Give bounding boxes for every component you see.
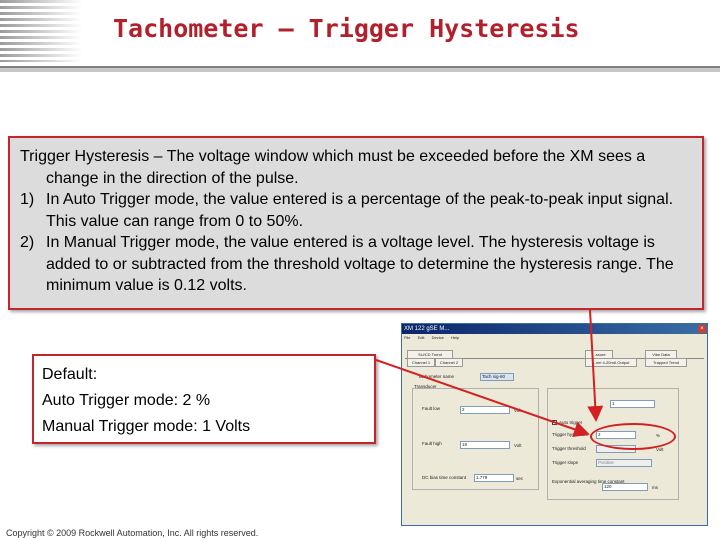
screenshot-tabs: SU/CD Trend Channel 1 Channel 2 ...ssure… (405, 350, 704, 367)
tab-channel-2[interactable]: Channel 2 (435, 358, 463, 367)
dc-bias-unit: sec (516, 476, 524, 481)
screenshot-menubar: File Edit Device Help (402, 334, 707, 342)
item-number: 2) (20, 234, 35, 251)
trigger-slope-label: Trigger slope (552, 460, 579, 465)
item-text: In Manual Trigger mode, the value entere… (46, 234, 674, 294)
hysteresis-label: Trigger hysteresis (552, 432, 588, 437)
defaults-heading: Default: (42, 366, 98, 383)
auto-trigger-checkbox[interactable] (552, 420, 557, 425)
config-screenshot: XM 122 gSE M... × File Edit Device Help … (401, 323, 708, 526)
menu-device[interactable]: Device (432, 335, 444, 340)
dc-bias-label: DC bias time constant (422, 475, 467, 480)
trigger-slope-select[interactable]: Positive (596, 459, 652, 467)
tab-4-20ma-output[interactable]: ...nel 4-20mA Output (585, 358, 637, 367)
fault-high-label: Fault high (422, 441, 442, 446)
screenshot-title: XM 122 gSE M... (404, 326, 450, 332)
decorative-stripes (0, 0, 82, 62)
item-number: 1) (20, 191, 35, 208)
title-divider (0, 66, 720, 72)
fault-low-label: Fault low (422, 406, 441, 411)
tab-trapped-trend[interactable]: Trapped Trend (645, 358, 687, 367)
description-item-2: 2) In Manual Trigger mode, the value ente… (20, 232, 694, 297)
tach-name-label: Tachometer name (418, 374, 455, 379)
fault-high-field[interactable]: 18 (460, 441, 510, 449)
copyright-footer: Copyright © 2009 Rockwell Automation, In… (6, 528, 259, 538)
defaults-auto: Auto Trigger mode: 2 % (42, 392, 211, 409)
screenshot-titlebar: XM 122 gSE M... × (402, 324, 707, 334)
slide-title: Tachometer – Trigger Hysteresis (113, 14, 580, 43)
description-item-1: 1) In Auto Trigger mode, the value entere… (20, 189, 694, 232)
tab-channel-1[interactable]: Channel 1 (407, 358, 435, 367)
fault-high-unit: Volt (514, 443, 522, 448)
threshold-label: Trigger threshold (552, 446, 586, 451)
dc-bias-field[interactable]: 1.779 (474, 474, 514, 482)
description-box: Trigger Hysteresis – The voltage window … (8, 136, 704, 310)
description-intro: Trigger Hysteresis – The voltage window … (20, 148, 646, 187)
close-icon[interactable]: × (698, 325, 706, 333)
menu-edit[interactable]: Edit (418, 335, 425, 340)
exp-avg-unit: ms (652, 485, 658, 490)
menu-file[interactable]: File (404, 335, 410, 340)
hysteresis-highlight (590, 423, 676, 450)
menu-help[interactable]: Help (451, 335, 459, 340)
item-text: In Auto Trigger mode, the value entered … (46, 191, 674, 230)
pulses-field[interactable]: 1 (610, 400, 655, 408)
fault-low-unit: Volt (514, 408, 522, 413)
threshold-unit: Volt (656, 447, 664, 452)
defaults-box: Default: Auto Trigger mode: 2 % Manual T… (32, 354, 376, 444)
fault-low-field[interactable]: 2 (460, 406, 510, 414)
auto-trigger-label: Auto trigger (559, 420, 583, 425)
tach-name-field[interactable]: Tach sig-60 (480, 373, 514, 381)
defaults-manual: Manual Trigger mode: 1 Volts (42, 418, 251, 435)
exp-avg-field[interactable]: 120 (602, 483, 648, 491)
